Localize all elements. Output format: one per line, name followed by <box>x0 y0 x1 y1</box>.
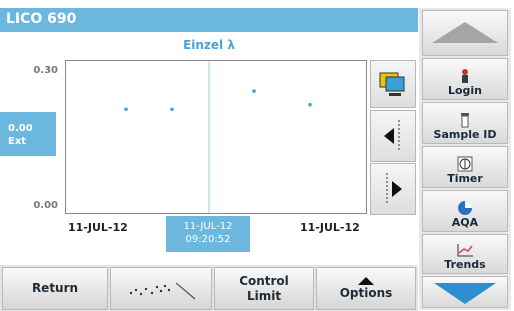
control-limit-button[interactable]: Control Limit <box>214 267 314 310</box>
cursor-time: 09:20:52 <box>185 234 231 245</box>
right-sidebar: Login Sample ID Timer AQA Trends <box>419 8 511 310</box>
data-point <box>252 89 256 93</box>
graph-subtitle: Einzel λ <box>183 38 235 52</box>
timer-label: Timer <box>447 172 483 185</box>
triangle-up-small-icon <box>358 277 374 285</box>
arrow-right-icon <box>386 173 402 205</box>
data-point <box>170 107 174 112</box>
data-point <box>308 102 312 107</box>
triangle-down-icon <box>434 283 496 304</box>
login-button[interactable]: Login <box>422 58 508 100</box>
options-button[interactable]: Options <box>316 267 416 310</box>
triangle-up-icon <box>432 22 498 43</box>
title-bar: LICO 690 <box>0 8 418 32</box>
scroll-up-button[interactable] <box>422 10 508 56</box>
trend-chart-icon <box>456 241 474 258</box>
app-title: LICO 690 <box>6 11 77 27</box>
current-unit: Ext <box>8 136 27 147</box>
monitor-icon <box>379 72 405 96</box>
plot-area[interactable] <box>65 60 367 214</box>
login-label: Login <box>447 84 483 97</box>
cursor-right-button[interactable] <box>370 163 416 215</box>
cursor-left-button[interactable] <box>370 110 416 162</box>
bottom-toolbar: Return Control Limit Options <box>0 265 418 311</box>
plot-style-button[interactable] <box>110 267 212 310</box>
aqa-label: AQA <box>451 216 479 229</box>
y-axis-bottom-tick: 0.00 <box>33 200 58 211</box>
scroll-down-button[interactable] <box>422 276 508 308</box>
return-label: Return <box>31 281 79 295</box>
current-value-readout: 0.00 Ext <box>0 112 56 156</box>
timer-icon <box>457 155 473 172</box>
vial-icon <box>459 111 471 128</box>
user-icon <box>459 67 471 84</box>
data-point <box>124 107 128 112</box>
scatter-plot <box>124 61 312 213</box>
trends-label: Trends <box>444 258 486 271</box>
options-label: Options <box>339 286 393 300</box>
cursor-readout: 11-JUL-12 09:20:52 <box>166 216 250 252</box>
x-axis-left-label: 11-JUL-12 <box>68 221 128 234</box>
current-value: 0.00 <box>8 123 33 134</box>
control-limit-label-line2: Limit <box>246 288 282 303</box>
sample-id-button[interactable]: Sample ID <box>422 102 508 144</box>
timer-button[interactable]: Timer <box>422 146 508 188</box>
return-button[interactable]: Return <box>2 267 108 310</box>
sample-id-label: Sample ID <box>433 128 497 141</box>
x-axis-right-label: 11-JUL-12 <box>300 221 360 234</box>
scatter-line-icon <box>129 282 196 299</box>
y-axis-top-tick: 0.30 <box>33 65 58 76</box>
display-toggle-button[interactable] <box>370 60 416 108</box>
trends-button[interactable]: Trends <box>422 234 508 274</box>
aqa-button[interactable]: AQA <box>422 190 508 232</box>
cursor-date: 11-JUL-12 <box>183 221 233 232</box>
control-limit-label-line1: Control <box>239 273 289 288</box>
arrow-left-icon <box>384 120 400 152</box>
aqa-icon <box>457 199 473 216</box>
